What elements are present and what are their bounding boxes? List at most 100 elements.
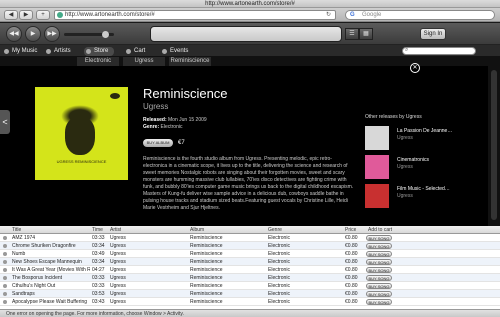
release-thumbnail <box>365 155 389 179</box>
table-row[interactable]: Cthulhu's Night Out 03:33 Ugress Reminiscie… <box>0 282 500 290</box>
music-icon <box>4 49 9 54</box>
url-bar[interactable]: http://www.artonearth.com/store/# <box>54 10 336 20</box>
table-row[interactable]: The Bosporus Incident 03:33 Ugress Reminisc… <box>0 274 500 282</box>
track-genre: Electronic <box>268 299 290 305</box>
release-date: Released: Mon Jun 15 2009 <box>143 117 207 123</box>
release-thumbnail <box>365 126 389 150</box>
track-album: Reminiscience <box>190 243 223 249</box>
favicon-icon <box>57 12 63 18</box>
search-input[interactable]: G Google <box>345 10 495 20</box>
tab-my-music[interactable]: My Music <box>2 47 43 56</box>
track-time: 03:34 <box>92 243 105 249</box>
table-header: Title Time Artist Album Genre Price Add … <box>0 226 500 234</box>
play-track-icon[interactable] <box>3 244 7 248</box>
table-row[interactable]: Apocalypse Please Wait Buffering 03:43 Ugr… <box>0 298 500 306</box>
panel-scrollbar[interactable] <box>488 66 500 226</box>
column-header-album[interactable]: Album <box>190 226 204 234</box>
tab-store[interactable]: Store <box>84 47 115 56</box>
back-icon[interactable]: ◀ <box>4 10 18 20</box>
album-artist[interactable]: Ugress <box>143 102 168 111</box>
play-track-icon[interactable] <box>3 284 7 288</box>
google-icon: G <box>350 12 355 18</box>
table-row[interactable]: Numb 03:49 Ugress Reminiscience Electronic €0… <box>0 250 500 258</box>
track-artist: Ugress <box>110 299 126 305</box>
buy-song-button[interactable]: BUY SONG <box>366 235 392 241</box>
track-album: Reminiscience <box>190 259 223 265</box>
track-price: €0.80 <box>345 251 358 257</box>
buy-song-button[interactable]: BUY SONG <box>366 283 392 289</box>
buy-song-button[interactable]: BUY SONG <box>366 291 392 297</box>
buy-song-button[interactable]: BUY SONG <box>366 259 392 265</box>
play-track-icon[interactable] <box>3 260 7 264</box>
volume-knob[interactable] <box>102 31 109 38</box>
other-release-item[interactable]: Film Music - Selected… Ugress <box>365 184 485 208</box>
track-artist: Ugress <box>110 259 126 265</box>
column-header-genre[interactable]: Genre <box>268 226 282 234</box>
buy-song-button[interactable]: BUY SONG <box>366 251 392 257</box>
list-view-icon[interactable]: ☰ <box>345 28 359 40</box>
track-time: 03:33 <box>92 235 105 241</box>
sign-in-button[interactable]: Sign In <box>420 28 446 40</box>
play-icon[interactable]: ▶ <box>25 26 41 42</box>
track-title: New Shoes Escape Mannequin <box>12 259 82 265</box>
release-thumbnail <box>365 184 389 208</box>
tab-artists[interactable]: Artists <box>44 47 77 56</box>
track-title: Chrome Shuriken Dragonfire <box>12 243 76 249</box>
scrollbar-thumb[interactable] <box>491 70 497 220</box>
album-cover: UGRESS REMINISCIENCE <box>35 87 128 180</box>
track-album: Reminiscience <box>190 299 223 305</box>
add-bookmark-icon[interactable]: + <box>36 10 50 20</box>
next-icon[interactable]: ▶▶ <box>44 26 60 42</box>
track-price: €0.80 <box>345 283 358 289</box>
table-row[interactable]: Sandtraps 03:53 Ugress Reminiscience Electro… <box>0 290 500 298</box>
play-track-icon[interactable] <box>3 236 7 240</box>
play-track-icon[interactable] <box>3 268 7 272</box>
table-row[interactable]: AMZ 1974 03:33 Ugress Reminiscience Electron… <box>0 234 500 242</box>
cart-icon <box>126 49 131 54</box>
track-artist: Ugress <box>110 243 126 249</box>
track-artist: Ugress <box>110 251 126 257</box>
breadcrumb-album[interactable]: Reminiscience <box>168 57 212 66</box>
tab-events[interactable]: Events <box>160 47 194 56</box>
events-icon <box>162 49 167 54</box>
close-icon[interactable]: ✕ <box>410 63 420 73</box>
buy-song-button[interactable]: BUY SONG <box>366 299 392 305</box>
column-header-artist[interactable]: Artist <box>110 226 121 234</box>
store-search-input[interactable]: ⌕ <box>402 47 476 55</box>
buy-song-button[interactable]: BUY SONG <box>366 267 392 273</box>
column-header-time[interactable]: Time <box>92 226 103 234</box>
breadcrumb-genre[interactable]: Electronic <box>76 57 120 66</box>
play-track-icon[interactable] <box>3 292 7 296</box>
column-header-price[interactable]: Price <box>345 226 356 234</box>
track-artist: Ugress <box>110 235 126 241</box>
store-icon <box>86 49 91 54</box>
buy-song-button[interactable]: BUY SONG <box>366 243 392 249</box>
buy-song-button[interactable]: BUY SONG <box>366 275 392 281</box>
reload-icon[interactable]: ↻ <box>326 11 331 18</box>
volume-slider[interactable] <box>64 31 114 38</box>
tab-cart[interactable]: Cart <box>124 47 151 56</box>
breadcrumb: Electronic Ugress Reminiscience <box>0 57 500 66</box>
track-album: Reminiscience <box>190 283 223 289</box>
buy-album-button[interactable]: BUY ALBUM <box>143 139 173 147</box>
browser-toolbar: ◀ ▶ + http://www.artonearth.com/store/# … <box>0 8 500 22</box>
table-row[interactable]: It Was A Great Year (Movies With R… 04:27… <box>0 266 500 274</box>
track-artist: Ugress <box>110 275 126 281</box>
track-album: Reminiscience <box>190 235 223 241</box>
track-price: €0.80 <box>345 267 358 273</box>
forward-icon[interactable]: ▶ <box>19 10 33 20</box>
play-track-icon[interactable] <box>3 252 7 256</box>
grid-view-icon[interactable]: ▦ <box>359 28 373 40</box>
column-header-title[interactable]: Title <box>12 226 21 234</box>
other-release-item[interactable]: Cinematronics Ugress <box>365 155 485 179</box>
play-track-icon[interactable] <box>3 276 7 280</box>
previous-page-arrow-icon[interactable]: < <box>0 110 10 134</box>
other-releases-title: Other releases by Ugress <box>365 114 422 120</box>
table-row[interactable]: Chrome Shuriken Dragonfire 03:34 Ugress Rem… <box>0 242 500 250</box>
breadcrumb-artist[interactable]: Ugress <box>122 57 166 66</box>
previous-icon[interactable]: ◀◀ <box>6 26 22 42</box>
cover-bird <box>110 93 120 99</box>
play-track-icon[interactable] <box>3 300 7 304</box>
other-release-item[interactable]: La Passion De Jeanne… Ugress <box>365 126 485 150</box>
table-row[interactable]: New Shoes Escape Mannequin 03:34 Ugress Rem… <box>0 258 500 266</box>
